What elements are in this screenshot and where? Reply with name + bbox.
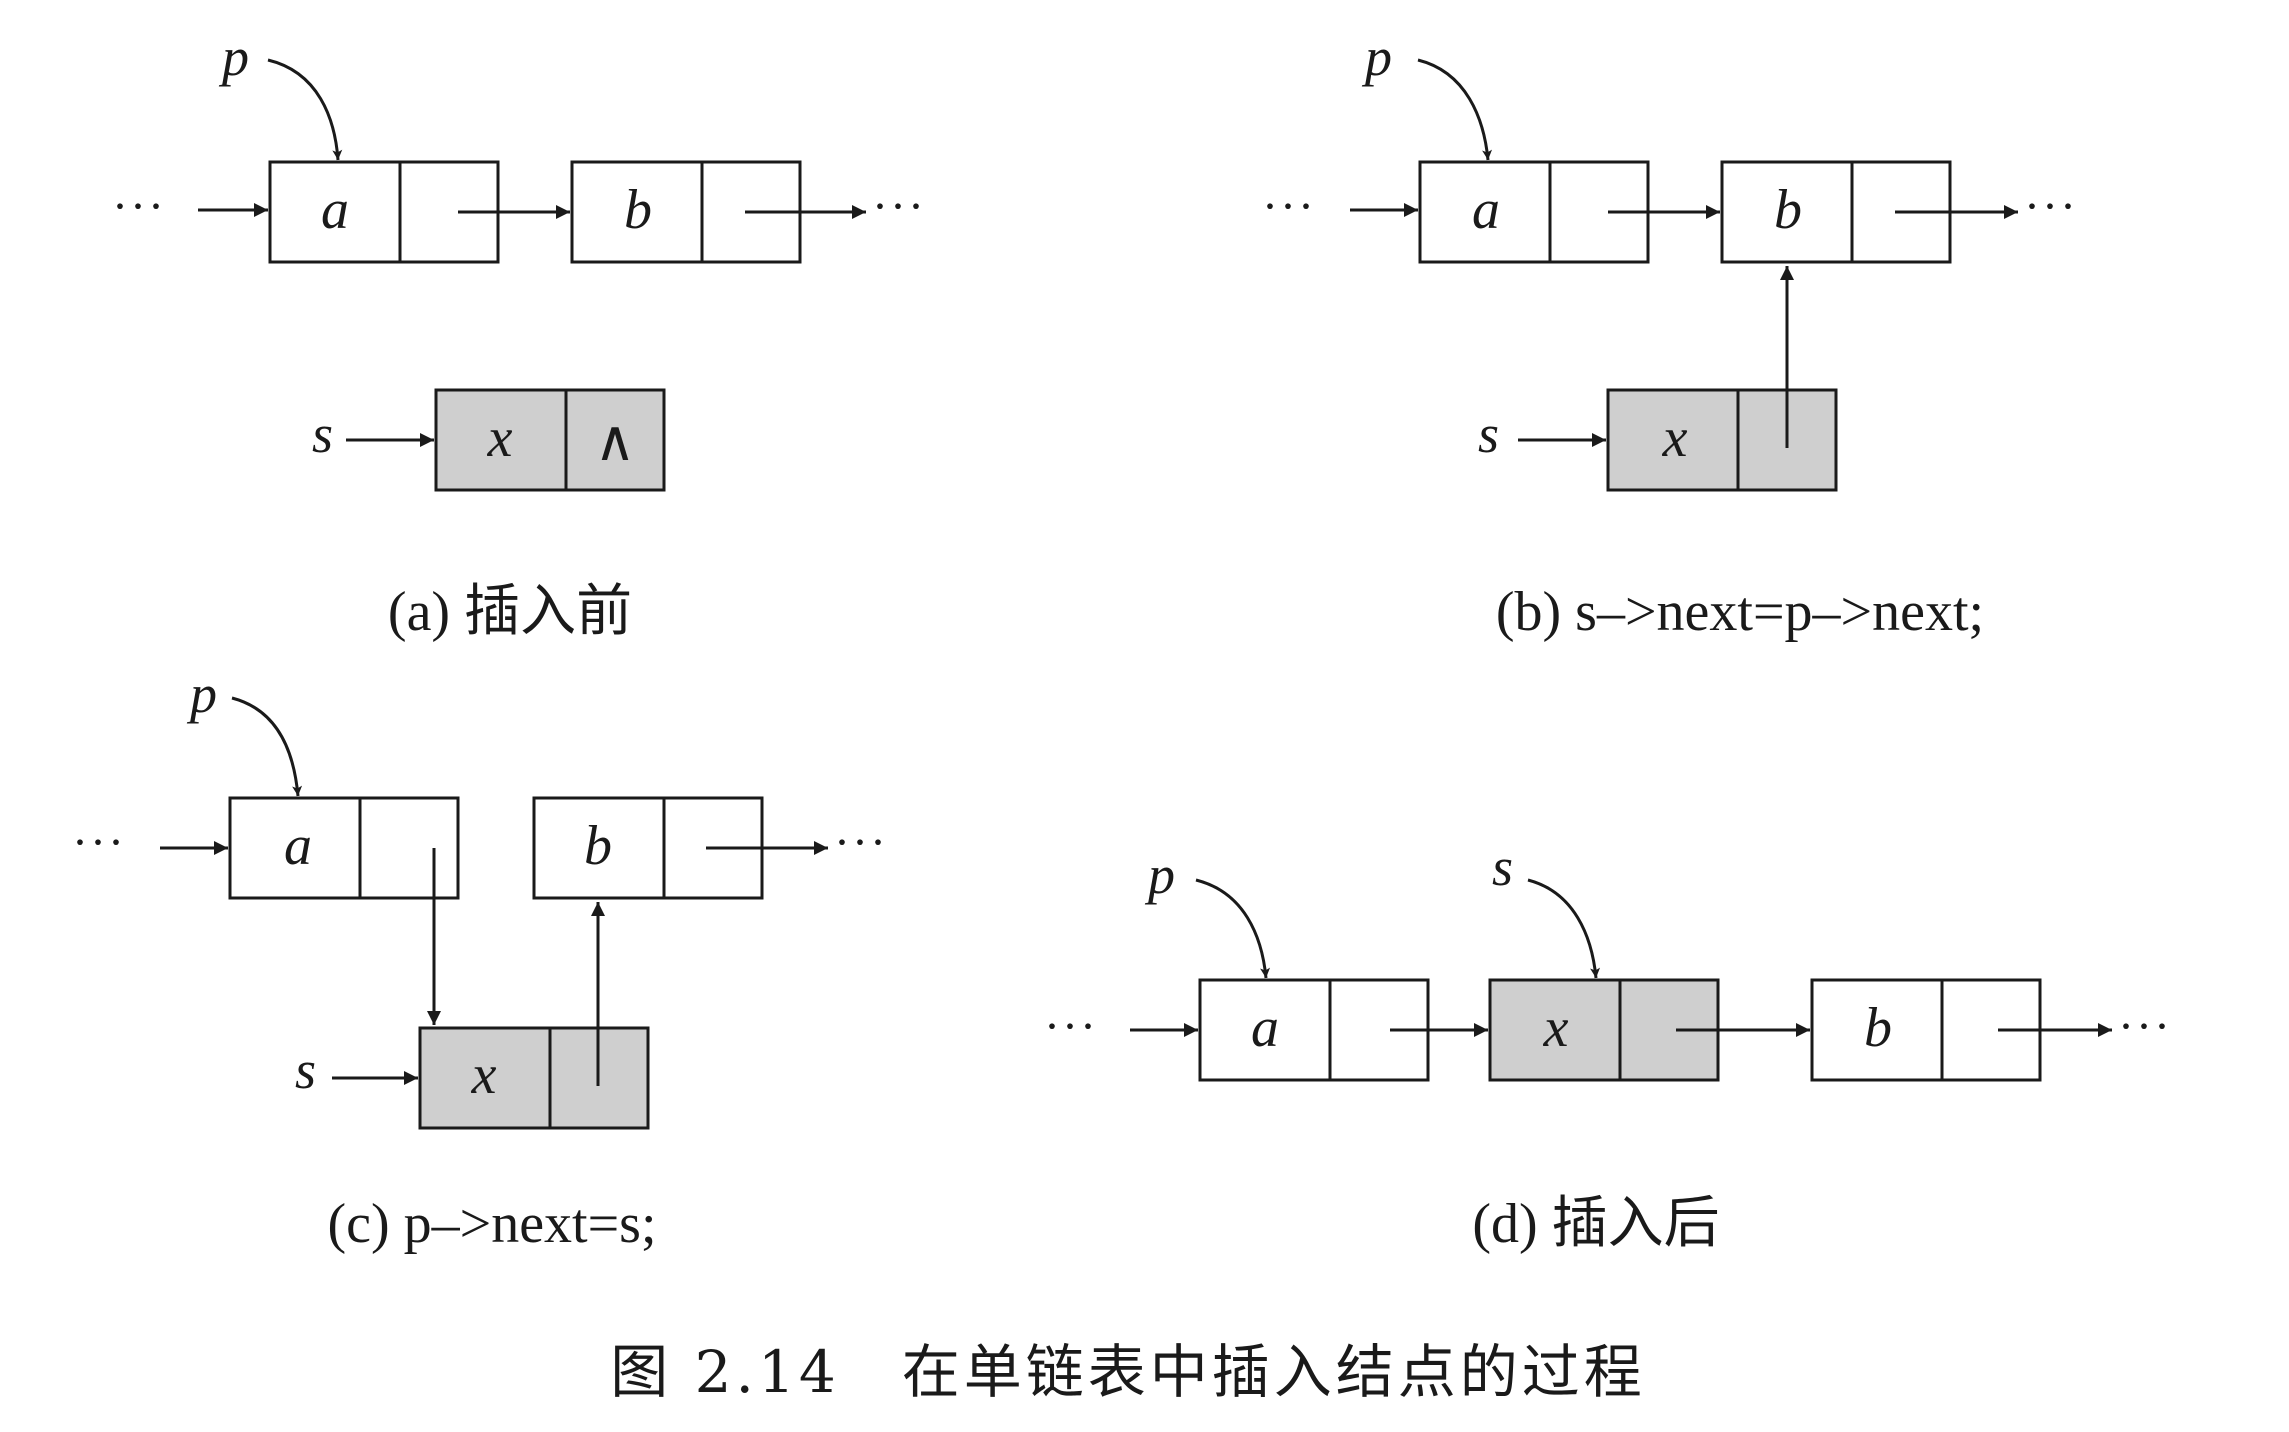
node-b-value: b xyxy=(624,179,652,241)
linked-list-insertion-diagram: ··· a b ··· p s x ∧ (a) 插入前 ··· a b ··· … xyxy=(72,27,2172,1406)
panel-b-caption: (b) s–>next=p–>next; xyxy=(1496,581,1984,643)
node-x-value: x xyxy=(471,1044,497,1106)
node-x: x xyxy=(418,1026,650,1130)
pointer-s-label: s xyxy=(1492,837,1513,897)
panel-d-caption: (d) 插入后 xyxy=(1472,1193,1719,1255)
node-a: a xyxy=(228,796,460,900)
leading-ellipsis: ··· xyxy=(72,816,126,869)
node-a-value: a xyxy=(321,179,349,241)
panel-b: ··· a b ··· p s x (b) s–>next=p–>next; xyxy=(1262,27,2078,643)
node-x: x ∧ xyxy=(434,388,666,492)
pointer-p-label: p xyxy=(1361,27,1392,87)
pointer-s-label: s xyxy=(1478,404,1499,464)
node-a-value: a xyxy=(1472,179,1500,241)
node-x-value: x xyxy=(1543,997,1569,1059)
panel-c-caption: (c) p–>next=s; xyxy=(327,1193,656,1255)
pointer-p-arrow xyxy=(231,696,303,797)
pointer-s-label: s xyxy=(295,1040,316,1100)
leading-ellipsis: ··· xyxy=(1044,1000,1098,1053)
pointer-s-label: s xyxy=(312,404,333,464)
node-a-value: a xyxy=(284,815,312,877)
pointer-p-label: p xyxy=(1144,845,1175,905)
node-b-value: b xyxy=(1774,179,1802,241)
node-x-value: x xyxy=(487,407,513,469)
figure-caption: 图 2.14 在单链表中插入结点的过程 xyxy=(610,1338,1646,1406)
pointer-p-label: p xyxy=(218,27,249,87)
pointer-p-arrow xyxy=(1195,878,1271,979)
node-x-value: x xyxy=(1662,407,1688,469)
pointer-s-arrow xyxy=(1527,878,1601,979)
panel-a-caption: (a) 插入前 xyxy=(388,581,632,643)
node-a-value: a xyxy=(1251,997,1279,1059)
leading-ellipsis: ··· xyxy=(112,180,166,233)
node-b-value: b xyxy=(584,815,612,877)
pointer-p-arrow xyxy=(267,58,343,161)
panel-c: ··· a b ··· p s x (c) p–>next=s; xyxy=(72,664,888,1255)
null-pointer-symbol: ∧ xyxy=(595,409,636,474)
trailing-ellipsis: ··· xyxy=(834,816,888,869)
panel-d: ··· a x b ··· p s (d) 插入后 xyxy=(1044,837,2172,1255)
panel-a: ··· a b ··· p s x ∧ (a) 插入前 xyxy=(112,27,926,643)
pointer-p-arrow xyxy=(1417,58,1493,161)
node-x: x xyxy=(1606,388,1838,492)
node-b-value: b xyxy=(1864,997,1892,1059)
trailing-ellipsis: ··· xyxy=(872,180,926,233)
pointer-p-label: p xyxy=(186,664,217,724)
leading-ellipsis: ··· xyxy=(1262,180,1316,233)
trailing-ellipsis: ··· xyxy=(2118,1000,2172,1053)
trailing-ellipsis: ··· xyxy=(2024,180,2078,233)
